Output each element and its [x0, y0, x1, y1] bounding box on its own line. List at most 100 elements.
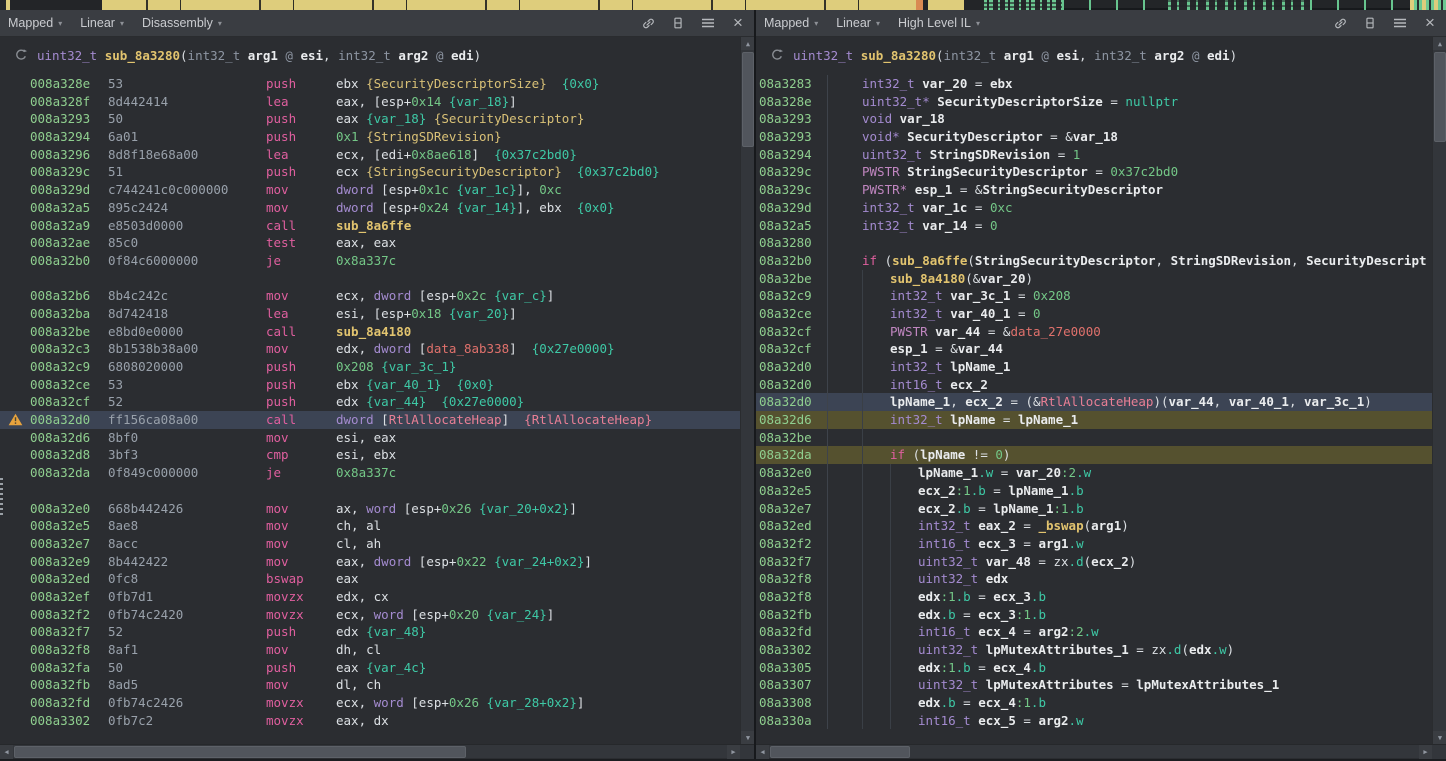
- il-level-dropdown[interactable]: Disassembly▾: [142, 16, 222, 30]
- hlil-line[interactable]: 08a3294uint32_t StringSDRevision = 1: [756, 146, 1432, 164]
- disasm-line[interactable]: 008a32f752pushedx {var_48}: [0, 623, 740, 641]
- disasm-line[interactable]: 008a32b68b4c242cmovecx, dword [esp+0x2c …: [0, 287, 740, 305]
- menu-icon[interactable]: [1392, 15, 1408, 31]
- disasm-line[interactable]: 008a32fb8ad5movdl, ch: [0, 676, 740, 694]
- hlil-line[interactable]: 08a32d0int16_t ecx_2: [756, 376, 1432, 394]
- disasm-line[interactable]: 008a32ef0fb7d1movzxedx, cx: [0, 588, 740, 606]
- horizontal-scrollbar[interactable]: ◀ ▶: [756, 744, 1446, 758]
- disasm-line[interactable]: 008a32fa50pusheax {var_4c}: [0, 659, 740, 677]
- pane-edge-handle[interactable]: [0, 477, 3, 515]
- feature-map-segment[interactable]: [1168, 0, 1310, 10]
- hlil-line[interactable]: 08a32a5int32_t var_14 = 0: [756, 217, 1432, 235]
- feature-map-segment[interactable]: [928, 0, 964, 10]
- feature-map-segment[interactable]: [984, 0, 1062, 10]
- hlil-line[interactable]: 08a3293void* SecurityDescriptor = &var_1…: [756, 128, 1432, 146]
- view-mode-dropdown[interactable]: Mapped▾: [764, 16, 818, 30]
- hlil-line[interactable]: 08a32daif (lpName != 0): [756, 446, 1432, 464]
- hlil-line[interactable]: 08a329cPWSTR StringSecurityDescriptor = …: [756, 163, 1432, 181]
- split-view-icon[interactable]: [1362, 15, 1378, 31]
- disasm-line[interactable]: 008a32cf52pushedx {var_44} {0x27e0000}: [0, 393, 740, 411]
- disasm-line[interactable]: 008a329dc744241c0c000000movdword [esp+0x…: [0, 181, 740, 199]
- disasm-line[interactable]: 008a328e53pushebx {SecurityDescriptorSiz…: [0, 75, 740, 93]
- hlil-line[interactable]: 08a32cfesp_1 = &var_44: [756, 340, 1432, 358]
- disasm-line[interactable]: 008a32c38b1538b38a00movedx, dword [data_…: [0, 340, 740, 358]
- disasm-line[interactable]: 008a329350pusheax {var_18} {SecurityDesc…: [0, 110, 740, 128]
- disasm-line[interactable]: 008a32fd0fb74c2426movzxecx, word [esp+0x…: [0, 694, 740, 712]
- hlil-line[interactable]: 08a329dint32_t var_1c = 0xc: [756, 199, 1432, 217]
- disasm-line[interactable]: 008a32da0f849c000000je0x8a337c: [0, 464, 740, 482]
- feature-map-segment[interactable]: [916, 0, 923, 10]
- scroll-left-button[interactable]: ◀: [0, 745, 13, 759]
- hlil-line[interactable]: 08a32ceint32_t var_40_1 = 0: [756, 305, 1432, 323]
- scroll-down-button[interactable]: ▼: [1433, 731, 1446, 744]
- hlil-line[interactable]: 08a32d0int32_t lpName_1: [756, 358, 1432, 376]
- hlil-line[interactable]: 08a3308edx.b = ecx_4:1.b: [756, 694, 1432, 712]
- link-icon[interactable]: [640, 15, 656, 31]
- feature-map-segment[interactable]: [1410, 0, 1446, 10]
- disasm-line[interactable]: 008a32e98b442422moveax, dword [esp+0x22 …: [0, 553, 740, 571]
- disasm-line[interactable]: 008a32b00f84c6000000je0x8a337c: [0, 252, 740, 270]
- scroll-left-button[interactable]: ◀: [756, 745, 769, 759]
- hlil-line[interactable]: 08a32be: [756, 429, 1432, 447]
- scrollbar-thumb[interactable]: [742, 52, 754, 147]
- disasm-line[interactable]: 008a32d68bf0movesi, eax: [0, 429, 740, 447]
- close-icon[interactable]: ×: [1422, 15, 1438, 31]
- scrollbar-thumb[interactable]: [1434, 52, 1446, 142]
- disasm-line[interactable]: [0, 482, 740, 500]
- horizontal-scrollbar[interactable]: ◀ ▶: [0, 744, 754, 758]
- hlil-line[interactable]: 08a3307uint32_t lpMutexAttributes = lpMu…: [756, 676, 1432, 694]
- disasm-line[interactable]: 008a32946a01push0x1 {StringSDRevision}: [0, 128, 740, 146]
- close-icon[interactable]: ×: [730, 15, 746, 31]
- hlil-line[interactable]: 08a3293void var_18: [756, 110, 1432, 128]
- hlil-line[interactable]: 08a32f2int16_t ecx_3 = arg1.w: [756, 535, 1432, 553]
- disasm-line[interactable]: 008a32a5895c2424movdword [esp+0x24 {var_…: [0, 199, 740, 217]
- hlil-line[interactable]: 08a32besub_8a4180(&var_20): [756, 270, 1432, 288]
- disasm-line[interactable]: 008a32ae85c0testeax, eax: [0, 234, 740, 252]
- hlil-line[interactable]: 08a32d0lpName_1, ecx_2 = (&RtlAllocateHe…: [756, 393, 1432, 411]
- hlil-line[interactable]: 08a32b0if (sub_8a6ffe(StringSecurityDesc…: [756, 252, 1432, 270]
- disasm-line[interactable]: 008a33020fb7c2movzxeax, dx: [0, 712, 740, 730]
- disasm-line[interactable]: 008a328f8d442414leaeax, [esp+0x14 {var_1…: [0, 93, 740, 111]
- disasm-line[interactable]: 008a32ce53pushebx {var_40_1} {0x0}: [0, 376, 740, 394]
- disasm-line[interactable]: 008a32e78accmovcl, ah: [0, 535, 740, 553]
- link-icon[interactable]: [1332, 15, 1348, 31]
- hlil-line[interactable]: 08a32e5ecx_2:1.b = lpName_1.b: [756, 482, 1432, 500]
- hlil-line[interactable]: 08a32e0lpName_1.w = var_20:2.w: [756, 464, 1432, 482]
- disasm-line[interactable]: [0, 270, 740, 288]
- hlil-line[interactable]: 08a3283int32_t var_20 = ebx: [756, 75, 1432, 93]
- layout-dropdown[interactable]: Linear▾: [836, 16, 880, 30]
- il-level-dropdown[interactable]: High Level IL▾: [898, 16, 980, 30]
- scroll-right-button[interactable]: ▶: [1419, 745, 1432, 759]
- hlil-line[interactable]: 08a329cPWSTR* esp_1 = &StringSecurityDes…: [756, 181, 1432, 199]
- hlil-line[interactable]: 08a32f8uint32_t edx: [756, 570, 1432, 588]
- hlil-line[interactable]: 08a32f7uint32_t var_48 = zx.d(ecx_2): [756, 553, 1432, 571]
- feature-map-segment[interactable]: [1062, 0, 1168, 10]
- disasm-line[interactable]: 008a32c96808020000push0x208 {var_3c_1}: [0, 358, 740, 376]
- hlil-line[interactable]: 08a3305edx:1.b = ecx_4.b: [756, 659, 1432, 677]
- layout-dropdown[interactable]: Linear▾: [80, 16, 124, 30]
- hlil-line[interactable]: 08a3302uint32_t lpMutexAttributes_1 = zx…: [756, 641, 1432, 659]
- vertical-scrollbar[interactable]: ▲ ▼: [740, 37, 754, 744]
- hlil-line[interactable]: 08a32edint32_t eax_2 = _bswap(arg1): [756, 517, 1432, 535]
- hlil-line[interactable]: 08a32fbedx.b = ecx_3:1.b: [756, 606, 1432, 624]
- disasm-line[interactable]: 008a32f20fb74c2420movzxecx, word [esp+0x…: [0, 606, 740, 624]
- hlil-line[interactable]: 08a32e7ecx_2.b = lpName_1:1.b: [756, 500, 1432, 518]
- disasm-line[interactable]: 008a32e0668b442426movax, word [esp+0x26 …: [0, 500, 740, 518]
- hlil-line[interactable]: 08a3280: [756, 234, 1432, 252]
- hlil-line[interactable]: 08a32c9int32_t var_3c_1 = 0x208: [756, 287, 1432, 305]
- disasm-line[interactable]: 008a32ed0fc8bswapeax: [0, 570, 740, 588]
- hlil-line[interactable]: 08a32f8edx:1.b = ecx_3.b: [756, 588, 1432, 606]
- scroll-up-button[interactable]: ▲: [741, 37, 754, 50]
- scrollbar-thumb[interactable]: [14, 746, 466, 758]
- disasm-line[interactable]: 008a32f88af1movdh, cl: [0, 641, 740, 659]
- scroll-down-button[interactable]: ▼: [741, 731, 754, 744]
- scroll-up-button[interactable]: ▲: [1433, 37, 1446, 50]
- hlil-line[interactable]: 08a32fdint16_t ecx_4 = arg2:2.w: [756, 623, 1432, 641]
- feature-map-segment[interactable]: [1310, 0, 1410, 10]
- view-mode-dropdown[interactable]: Mapped▾: [8, 16, 62, 30]
- disasm-line[interactable]: 008a32a9e8503d0000callsub_8a6ffe: [0, 217, 740, 235]
- feature-map[interactable]: [0, 0, 1446, 10]
- scroll-right-button[interactable]: ▶: [727, 745, 740, 759]
- hlil-line[interactable]: 08a330aint16_t ecx_5 = arg2.w: [756, 712, 1432, 730]
- hlil-line[interactable]: 08a32d6int32_t lpName = lpName_1: [756, 411, 1432, 429]
